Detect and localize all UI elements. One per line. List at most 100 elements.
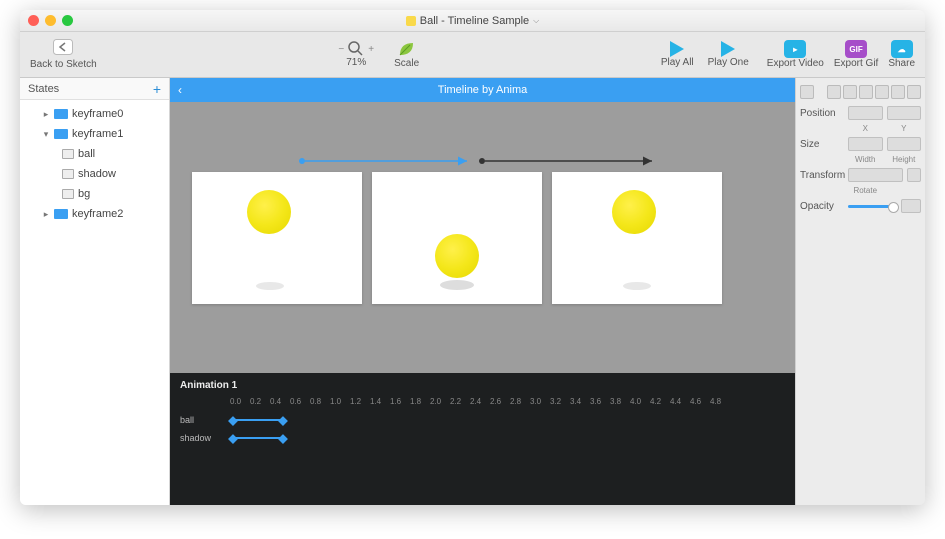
folder-icon: [54, 129, 68, 139]
opacity-label: Opacity: [800, 201, 844, 212]
y-field[interactable]: [887, 106, 922, 120]
opacity-field[interactable]: [901, 199, 921, 213]
flip-button[interactable]: [907, 168, 921, 182]
chevron-right-icon[interactable]: ▸: [42, 209, 50, 220]
play-all-label: Play All: [661, 57, 694, 68]
tree-item-keyframe0[interactable]: ▸keyframe0: [20, 104, 169, 124]
app-window: Ball - Timeline Sample ⌵ Back to Sketch …: [20, 10, 925, 505]
x-field[interactable]: [848, 106, 883, 120]
align-button[interactable]: [875, 85, 889, 99]
align-tools: [800, 82, 921, 102]
timeline-ruler[interactable]: 0.00.20.40.60.81.01.21.41.61.82.02.22.42…: [170, 397, 795, 411]
tree-label: bg: [78, 188, 90, 200]
canvas[interactable]: [170, 102, 795, 373]
align-button[interactable]: [907, 85, 921, 99]
states-title: States: [28, 83, 59, 95]
tick-label: 0.6: [290, 397, 310, 411]
tick-label: 3.6: [590, 397, 610, 411]
zoom-value: 71%: [346, 57, 366, 68]
size-row: Size: [800, 137, 921, 151]
window-title-text: Ball - Timeline Sample: [420, 15, 529, 27]
magnifier-icon: [348, 41, 364, 57]
tick-label: 4.4: [670, 397, 690, 411]
zoom-control[interactable]: − + 71%: [338, 41, 374, 68]
content-area: States + ▸keyframe0 ▾ keyframe1 ball shad…: [20, 78, 925, 505]
height-field[interactable]: [887, 137, 922, 151]
tree-item-shadow[interactable]: shadow: [20, 164, 169, 184]
align-button[interactable]: [800, 85, 814, 99]
close-icon[interactable]: [28, 15, 39, 26]
fullscreen-icon[interactable]: [62, 15, 73, 26]
states-header: States +: [20, 78, 169, 100]
y-sublabel: Y: [887, 124, 922, 133]
track-ball[interactable]: ball: [170, 411, 795, 429]
main-area: ‹ Timeline by Anima: [170, 78, 795, 505]
back-chevron-icon[interactable]: ‹: [178, 83, 182, 97]
keyframe-previews: [192, 172, 722, 304]
share-button[interactable]: ☁ Share: [888, 40, 915, 69]
play-one-label: Play One: [708, 57, 749, 68]
export-gif-label: Export Gif: [834, 58, 878, 69]
keyframe-preview[interactable]: [372, 172, 542, 304]
align-button[interactable]: [859, 85, 873, 99]
sequence-arrows: [232, 156, 702, 166]
tree-label: keyframe1: [72, 128, 123, 140]
chevron-down-icon[interactable]: ▾: [42, 129, 50, 140]
tick-label: 1.8: [410, 397, 430, 411]
play-one-button[interactable]: Play One: [708, 41, 749, 68]
back-button[interactable]: Back to Sketch: [30, 39, 97, 70]
width-field[interactable]: [848, 137, 883, 151]
zoom-in-icon[interactable]: +: [368, 44, 374, 55]
export-video-label: Export Video: [767, 58, 824, 69]
tick-label: 0.4: [270, 397, 290, 411]
animation-title: Animation 1: [170, 373, 795, 397]
timeline-header: ‹ Timeline by Anima: [170, 78, 795, 102]
tick-label: 4.2: [650, 397, 670, 411]
dropdown-caret-icon[interactable]: ⌵: [533, 16, 539, 26]
tree-item-ball[interactable]: ball: [20, 144, 169, 164]
play-icon: [670, 41, 684, 57]
tick-label: 0.8: [310, 397, 330, 411]
height-sublabel: Height: [887, 155, 922, 164]
titlebar: Ball - Timeline Sample ⌵: [20, 10, 925, 32]
window-controls: [28, 15, 73, 26]
align-button[interactable]: [827, 85, 841, 99]
tree-item-keyframe1[interactable]: ▾ keyframe1: [20, 124, 169, 144]
tick-label: 2.8: [510, 397, 530, 411]
shadow-graphic: [623, 282, 651, 290]
scale-label: Scale: [394, 58, 419, 69]
position-label: Position: [800, 108, 844, 119]
tree-item-bg[interactable]: bg: [20, 184, 169, 204]
align-button[interactable]: [843, 85, 857, 99]
scale-tool[interactable]: Scale: [394, 40, 419, 69]
tree-item-keyframe2[interactable]: ▸ keyframe2: [20, 204, 169, 224]
cloud-icon: ☁: [891, 40, 913, 58]
zoom-out-icon[interactable]: −: [338, 44, 344, 55]
minimize-icon[interactable]: [45, 15, 56, 26]
export-video-button[interactable]: ▸ Export Video: [767, 40, 824, 69]
opacity-slider[interactable]: [848, 205, 897, 208]
export-gif-button[interactable]: GIF Export Gif: [834, 40, 878, 69]
transform-label: Transform: [800, 170, 844, 181]
folder-icon: [54, 109, 68, 119]
align-button[interactable]: [891, 85, 905, 99]
states-panel: States + ▸keyframe0 ▾ keyframe1 ball shad…: [20, 78, 170, 505]
keyframe-preview[interactable]: [552, 172, 722, 304]
tick-label: 2.2: [450, 397, 470, 411]
share-label: Share: [888, 58, 915, 69]
tick-label: 1.0: [330, 397, 350, 411]
ball-graphic: [435, 234, 479, 278]
timeline-title: Timeline by Anima: [438, 84, 527, 96]
track-label: ball: [170, 415, 230, 425]
chevron-right-icon[interactable]: ▸: [42, 109, 50, 120]
add-state-button[interactable]: +: [153, 81, 161, 97]
keyframe-preview[interactable]: [192, 172, 362, 304]
tree-label: keyframe2: [72, 208, 123, 220]
rotate-field[interactable]: [848, 168, 903, 182]
tick-label: 0.0: [230, 397, 250, 411]
track-shadow[interactable]: shadow: [170, 429, 795, 447]
tick-label: 4.0: [630, 397, 650, 411]
ball-graphic: [612, 190, 656, 234]
play-all-button[interactable]: Play All: [661, 41, 694, 68]
tick-label: 1.2: [350, 397, 370, 411]
